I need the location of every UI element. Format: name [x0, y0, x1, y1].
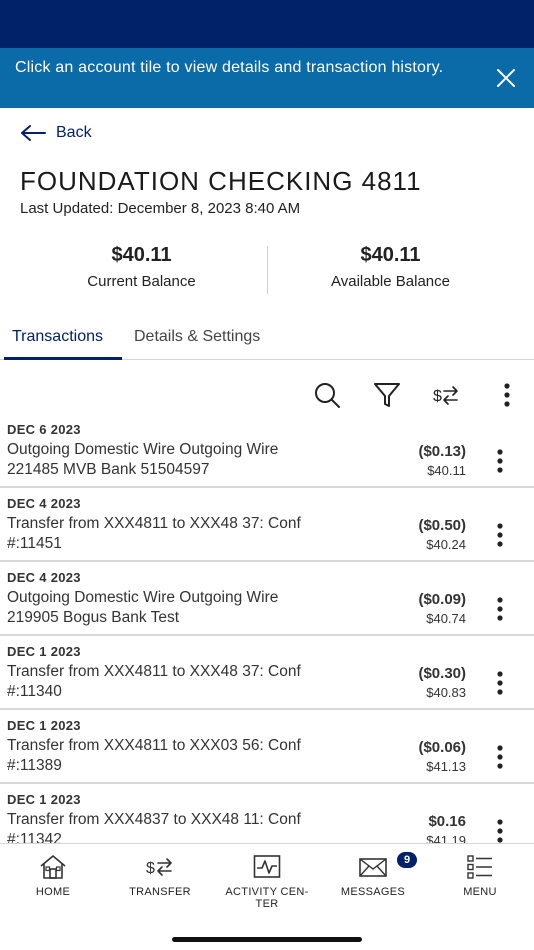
nav-home-label: HOME — [35, 886, 71, 898]
more-vertical-icon[interactable] — [488, 522, 512, 548]
transaction-running-balance: $41.13 — [426, 759, 466, 774]
available-balance: $40.11 Available Balance — [257, 244, 524, 290]
home-icon — [3, 852, 103, 882]
transaction-description: Transfer from XXX4811 to XXX48 37: Conf … — [7, 663, 301, 700]
back-button[interactable]: Back — [20, 124, 92, 142]
transaction-date: DEC 6 2023 — [7, 422, 81, 437]
transaction-amount: ($0.06) — [418, 739, 466, 756]
transaction-row[interactable]: DEC 1 2023 Transfer from XXX4811 to XXX4… — [0, 636, 534, 710]
nav-activity-label: ACTIVITY CEN-TER — [225, 886, 309, 910]
transaction-date: DEC 4 2023 — [7, 570, 81, 585]
banner-message: Click an account tile to view details an… — [15, 59, 444, 76]
back-label: Back — [56, 124, 92, 141]
svg-text:$: $ — [146, 860, 155, 877]
transaction-row[interactable]: DEC 4 2023 Outgoing Domestic Wire Outgoi… — [0, 562, 534, 636]
more-vertical-icon[interactable] — [488, 818, 512, 844]
transaction-running-balance: $40.83 — [426, 685, 466, 700]
nav-activity-center[interactable]: ACTIVITY CEN-TER — [216, 852, 318, 910]
transaction-list: DEC 6 2023 Outgoing Domestic Wire Outgoi… — [0, 414, 534, 844]
nav-menu-label: MENU — [463, 886, 497, 898]
nav-messages-label: MESSAGES — [340, 886, 406, 898]
transfer-icon[interactable]: $ — [431, 380, 461, 410]
available-balance-label: Available Balance — [331, 273, 450, 290]
transaction-row[interactable]: DEC 4 2023 Transfer from XXX4811 to XXX4… — [0, 488, 534, 562]
transaction-running-balance: $40.24 — [426, 537, 466, 552]
transaction-description: Transfer from XXX4811 to XXX03 56: Conf … — [7, 737, 301, 774]
tab-transactions[interactable]: Transactions — [12, 328, 103, 346]
home-indicator — [172, 937, 362, 942]
balance-summary: $40.11 Current Balance $40.11 Available … — [0, 244, 534, 298]
transaction-amount: ($0.50) — [418, 517, 466, 534]
transaction-row[interactable]: DEC 1 2023 Transfer from XXX4811 to XXX0… — [0, 710, 534, 784]
transaction-row[interactable]: DEC 1 2023 Transfer from XXX4837 to XXX4… — [0, 784, 534, 844]
transaction-date: DEC 1 2023 — [7, 644, 81, 659]
more-vertical-icon[interactable] — [488, 744, 512, 770]
current-balance: $40.11 Current Balance — [8, 244, 275, 290]
close-icon[interactable] — [494, 66, 518, 90]
transaction-date: DEC 1 2023 — [7, 792, 81, 807]
transaction-running-balance: $40.74 — [426, 611, 466, 626]
nav-menu[interactable]: MENU — [430, 852, 530, 898]
more-vertical-icon[interactable] — [488, 448, 512, 474]
transaction-description: Outgoing Domestic Wire Outgoing Wire 219… — [7, 589, 279, 626]
transaction-description: Transfer from XXX4837 to XXX48 11: Conf … — [7, 811, 301, 844]
activity-icon — [216, 852, 318, 882]
active-tab-indicator — [4, 357, 122, 360]
transaction-row[interactable]: DEC 6 2023 Outgoing Domestic Wire Outgoi… — [0, 414, 534, 488]
transfer-icon: $ — [110, 852, 210, 882]
more-vertical-icon[interactable] — [492, 380, 522, 410]
transaction-description: Transfer from XXX4811 to XXX48 37: Conf … — [7, 515, 301, 552]
filter-icon[interactable] — [372, 380, 402, 410]
transaction-date: DEC 1 2023 — [7, 718, 81, 733]
nav-transfer-label: TRANSFER — [129, 886, 191, 898]
current-balance-label: Current Balance — [87, 273, 196, 290]
available-balance-amount: $40.11 — [360, 244, 421, 266]
nav-transfer[interactable]: $ TRANSFER — [110, 852, 210, 898]
transaction-running-balance: $40.11 — [427, 463, 466, 478]
search-icon[interactable] — [312, 380, 342, 410]
tab-details-settings[interactable]: Details & Settings — [134, 328, 260, 346]
last-updated: Last Updated: December 8, 2023 8:40 AM — [20, 200, 301, 217]
transaction-amount: ($0.30) — [418, 665, 466, 682]
transaction-description: Outgoing Domestic Wire Outgoing Wire 221… — [7, 441, 279, 478]
account-tabs: Transactions Details & Settings — [0, 322, 534, 360]
more-vertical-icon[interactable] — [488, 670, 512, 696]
transaction-date: DEC 4 2023 — [7, 496, 81, 511]
current-balance-amount: $40.11 — [111, 244, 172, 266]
arrow-left-icon — [21, 125, 46, 141]
list-menu-icon — [430, 852, 530, 882]
transaction-toolbar: $ — [0, 378, 534, 410]
nav-home[interactable]: HOME — [3, 852, 103, 898]
transaction-amount: $0.16 — [428, 813, 466, 830]
bottom-tab-bar: HOME $ TRANSFER ACTIVITY CEN-TER 9 MESSA… — [0, 843, 534, 950]
info-banner: Click an account tile to view details an… — [0, 48, 534, 108]
nav-messages[interactable]: 9 MESSAGES — [323, 852, 423, 898]
transaction-amount: ($0.13) — [418, 443, 466, 460]
svg-text:$: $ — [433, 388, 442, 405]
more-vertical-icon[interactable] — [488, 596, 512, 622]
messages-badge: 9 — [397, 852, 417, 868]
transaction-amount: ($0.09) — [418, 591, 466, 608]
status-bar — [0, 0, 534, 48]
account-title: FOUNDATION CHECKING 4811 — [20, 166, 422, 196]
